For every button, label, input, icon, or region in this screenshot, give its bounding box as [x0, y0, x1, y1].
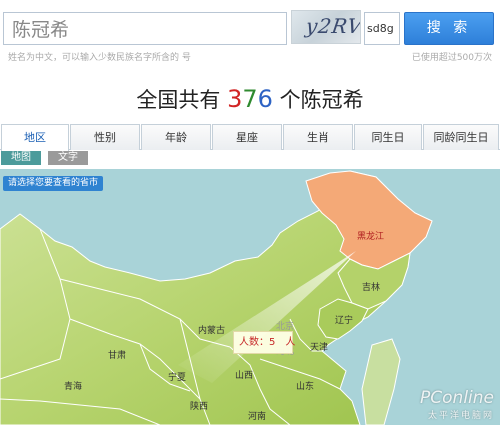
label-gansu[interactable]: 甘肃 [108, 348, 126, 361]
tab-constellation[interactable]: 星座 [212, 124, 282, 150]
watermark: PConline 太平洋电脑网 [420, 388, 494, 421]
captcha-text: y2RV [304, 14, 361, 38]
label-neimenggu[interactable]: 内蒙古 [198, 323, 225, 336]
count-tooltip: 人数：5 人 [233, 331, 296, 354]
headline-prefix: 全国共有 [136, 88, 221, 112]
headline-suffix: 个陈冠希 [279, 88, 364, 112]
tooltip-label: 人数： [239, 337, 269, 348]
captcha-input[interactable] [364, 12, 400, 45]
tab-same-age-birthday[interactable]: 同龄同生日 [423, 124, 499, 150]
usage-note: 已使用超过500万次 [411, 53, 492, 63]
tab-gender[interactable]: 性别 [70, 124, 140, 150]
label-shanxi[interactable]: 山西 [235, 368, 253, 381]
result-headline: 全国共有 376 个陈冠希 [0, 84, 500, 114]
label-henan[interactable]: 河南 [248, 409, 266, 422]
count-digit-3: 6 [257, 85, 273, 113]
label-shandong[interactable]: 山东 [296, 379, 314, 392]
name-search-input[interactable] [3, 12, 287, 45]
china-map: 请选择您要查看的省市 黑龙江 吉林 辽宁 内蒙古 北京 河北 天津 甘肃 宁夏 … [0, 169, 500, 425]
count-digit-1: 3 [227, 85, 243, 113]
tab-same-birthday[interactable]: 同生日 [354, 124, 422, 150]
search-hint: 姓名为中文，可以输入少数民族名字所含的 号 [8, 53, 191, 63]
watermark-line2: 太平洋电脑网 [427, 411, 494, 421]
label-liaoning[interactable]: 辽宁 [335, 313, 353, 326]
result-count: 376 [227, 85, 273, 113]
count-digit-2: 7 [242, 85, 258, 113]
captcha-image: y2RV [291, 10, 361, 44]
tab-region[interactable]: 地区 [1, 124, 69, 151]
tab-age[interactable]: 年龄 [141, 124, 211, 150]
watermark-line1: PConline [420, 388, 494, 408]
label-qinghai[interactable]: 青海 [64, 379, 82, 392]
label-tianjin[interactable]: 天津 [310, 340, 328, 353]
province-select-prompt[interactable]: 请选择您要查看的省市 [3, 176, 104, 191]
tooltip-value: 5 [269, 337, 276, 348]
subtab-text[interactable]: 文字 [48, 151, 88, 165]
label-ningxia[interactable]: 宁夏 [168, 370, 186, 383]
tooltip-unit: 人 [285, 337, 296, 348]
label-jilin[interactable]: 吉林 [362, 280, 380, 293]
label-heilongjiang[interactable]: 黑龙江 [357, 229, 384, 242]
stats-tab-bar: 地区 性别 年龄 星座 生肖 同生日 同龄同生日 [0, 124, 500, 151]
subtab-map[interactable]: 地图 [1, 151, 41, 165]
search-button[interactable]: 搜 索 [404, 12, 494, 45]
tab-zodiac[interactable]: 生肖 [283, 124, 353, 150]
label-shaanxi[interactable]: 陕西 [190, 399, 208, 412]
